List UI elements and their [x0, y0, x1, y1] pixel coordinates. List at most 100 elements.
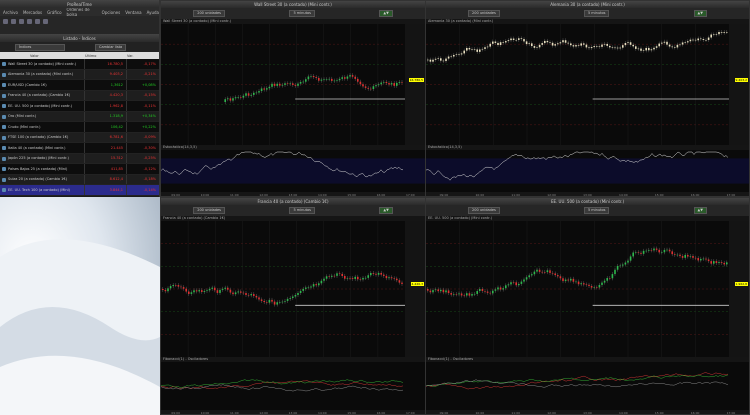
line-tool-icon[interactable]	[11, 18, 16, 24]
period-select[interactable]: 200 unidades	[193, 207, 225, 214]
candle	[642, 50, 645, 52]
watchlist-row[interactable]: Alemania 30 (a contado) (Mini contr.) 9.4…	[0, 69, 159, 80]
candle	[273, 301, 276, 305]
indicator-panel[interactable]	[426, 150, 749, 192]
candle	[590, 47, 593, 49]
candle	[541, 43, 543, 45]
watchlist-row[interactable]: Suiza 20 (a contado) (Cambio 1€) 8.612,4 -…	[0, 174, 159, 185]
chart-window[interactable]: Wall Street 30 (a contado) (Mini contr.)…	[160, 0, 426, 197]
col-change[interactable]: Var.	[127, 54, 159, 58]
candle	[468, 47, 471, 50]
watchlist-row[interactable]: Italia 40 (a contado) (Mini contr.) 21.44…	[0, 143, 159, 154]
candle	[234, 97, 237, 99]
candle	[240, 97, 242, 98]
candle	[528, 275, 530, 278]
fib-tool-icon[interactable]	[27, 18, 32, 24]
candle	[208, 288, 211, 291]
menu-item[interactable]: Opciones	[102, 10, 121, 15]
candle	[354, 76, 356, 79]
candle	[432, 59, 434, 62]
price-chart[interactable]: 16.780,5	[161, 24, 425, 145]
candle	[344, 77, 346, 79]
candle	[388, 83, 390, 85]
watchlist-row[interactable]: Francia 40 (a contado) (Cambio 1€) 4.420,…	[0, 90, 159, 101]
chart-window[interactable]: Francia 40 (a contado) (Cambio 1€) 200 u…	[160, 197, 426, 415]
text-tool-icon[interactable]	[35, 18, 40, 24]
candle	[715, 34, 718, 35]
chart-window[interactable]: Alemania 30 (a contado) (Mini contr.) 20…	[425, 0, 750, 197]
watchlist-row[interactable]: Japón 225 (a contado) (Mini contr.) 15.31…	[0, 153, 159, 164]
trade-button[interactable]: ▲▼	[693, 10, 707, 17]
interval-select[interactable]: 5 minutos	[289, 10, 315, 17]
candle	[281, 84, 284, 86]
candle	[590, 285, 593, 288]
candle	[447, 290, 450, 294]
interval-select[interactable]: 5 minutos	[583, 10, 610, 17]
period-select[interactable]: 200 unidades	[468, 10, 500, 17]
candle	[520, 38, 523, 40]
watchlist-row[interactable]: FTSE 100 (a contado) (Cambio 1€) 6.781,6 -…	[0, 132, 159, 143]
candle	[432, 290, 434, 293]
time-label: 11:00	[229, 411, 239, 415]
watchlist-row[interactable]: Crudo (Mini contr.) 106,42 +0,22%	[0, 122, 159, 133]
change-list-button[interactable]: Cambiar lista	[95, 43, 127, 51]
candle	[460, 293, 463, 296]
candle	[455, 294, 458, 295]
cursor-tool-icon[interactable]	[3, 18, 8, 24]
candle	[299, 290, 302, 293]
watchlist-row[interactable]: Oro (Mini contr.) 1.318,9 +0,34%	[0, 111, 159, 122]
candle	[190, 292, 193, 294]
candle	[606, 278, 608, 281]
indicator-panel[interactable]	[161, 362, 425, 410]
col-name[interactable]: Valor	[0, 54, 85, 58]
last-price: 6.781,6	[85, 132, 127, 142]
price-chart[interactable]: 9.403,2	[426, 24, 749, 145]
last-price: 15.312	[85, 153, 127, 163]
period-select[interactable]: 200 unidades	[193, 10, 225, 17]
candle	[585, 44, 588, 48]
candle	[606, 43, 608, 46]
candle	[648, 249, 650, 251]
candle	[598, 46, 601, 48]
interval-select[interactable]: 5 minutos	[583, 207, 610, 214]
menu-item[interactable]: Ayuda	[147, 10, 159, 15]
candle	[284, 83, 286, 85]
watchlist-row[interactable]: EUR/USD (Cambio 1€) 1,3612 +0,08%	[0, 80, 159, 91]
rect-tool-icon[interactable]	[19, 18, 24, 24]
watchlist-row[interactable]: Países Bajos 25 (a contado) (Mini) 411,85…	[0, 164, 159, 175]
menu-item[interactable]: Mercados	[23, 10, 42, 15]
candle	[305, 287, 307, 289]
menu-item[interactable]: Gráfico	[47, 10, 61, 15]
change-pct: +0,08%	[141, 82, 156, 87]
candle	[315, 77, 317, 78]
instrument-name: EUR/USD (Cambio 1€)	[0, 80, 85, 90]
candle	[325, 79, 328, 80]
trade-button[interactable]: ▲▼	[379, 207, 393, 214]
change-pct: -0,25%	[143, 156, 156, 161]
chart-window[interactable]: EE. UU. 500 (a contado) (Mini contr.) 20…	[425, 197, 750, 415]
candle	[538, 44, 541, 48]
candle	[531, 274, 533, 276]
price-chart[interactable]: 4.420,3	[161, 221, 425, 357]
indicator-panel[interactable]	[426, 362, 749, 410]
interval-select[interactable]: 5 minutos	[289, 207, 315, 214]
menu-item[interactable]: Órdenes de bolsa	[67, 7, 97, 17]
last-price: 8.612,4	[85, 174, 127, 184]
price-chart[interactable]: 1.962,8	[426, 221, 749, 357]
period-select[interactable]: 200 unidades	[468, 207, 500, 214]
menu-item[interactable]: Ventana	[125, 10, 141, 15]
watchlist-row[interactable]: Wall Street 30 (a contado) (Mini contr.)…	[0, 59, 159, 70]
zoom-tool-icon[interactable]	[43, 18, 48, 24]
trade-button[interactable]: ▲▼	[379, 10, 393, 17]
trade-button[interactable]: ▲▼	[693, 207, 707, 214]
watchlist-row[interactable]: EE. UU. 500 (a contado) (Mini contr.) 1.9…	[0, 101, 159, 112]
list-selector[interactable]: Índices	[15, 43, 65, 51]
candle	[492, 290, 494, 294]
candle	[551, 272, 554, 274]
watchlist-row[interactable]: EE. UU. Tech 100 (a contado) (Mini) 3.844…	[0, 185, 159, 196]
menu-item[interactable]: Archivo	[3, 10, 18, 15]
col-last[interactable]: Último	[85, 54, 127, 58]
indicator-panel[interactable]	[161, 150, 425, 192]
candle	[224, 99, 226, 102]
candle	[247, 294, 250, 296]
